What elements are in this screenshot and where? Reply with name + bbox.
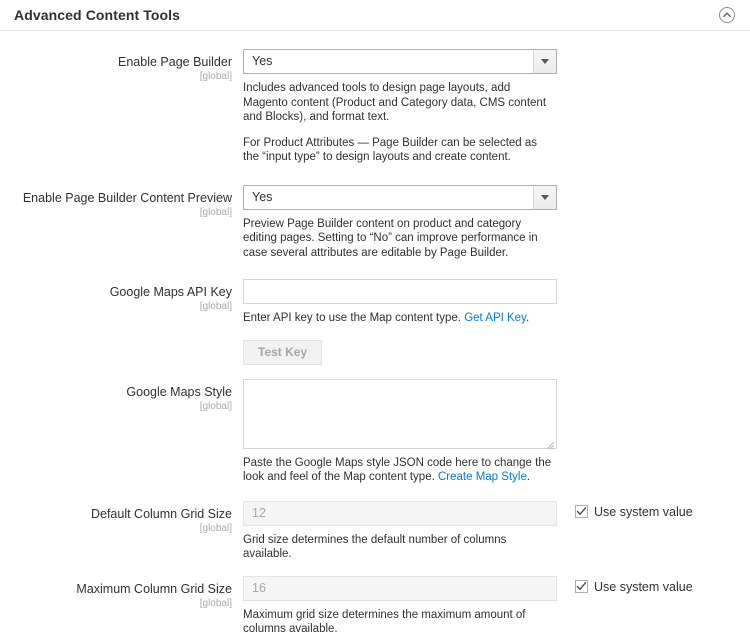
field-row-enable-content-preview: Enable Page Builder Content Preview [glo… (0, 185, 750, 261)
field-note-suffix: . (527, 471, 530, 483)
use-system-value-label: Use system value (594, 580, 693, 594)
use-system-value-maximum-grid[interactable]: Use system value (575, 576, 693, 594)
label-google-maps-api-key: Google Maps API Key [global] (0, 279, 243, 313)
field-note: Paste the Google Maps style JSON code he… (243, 456, 555, 485)
control-google-maps-style: Paste the Google Maps style JSON code he… (243, 379, 750, 485)
field-label-text: Maximum Column Grid Size (0, 582, 232, 597)
field-label-text: Enable Page Builder (0, 55, 232, 70)
field-note: Grid size determines the default number … (243, 533, 555, 562)
field-label-text: Default Column Grid Size (0, 507, 232, 522)
use-system-value-default-grid[interactable]: Use system value (575, 501, 693, 519)
label-default-column-grid-size: Default Column Grid Size [global] (0, 501, 243, 535)
caret-shape (541, 195, 549, 200)
select-enable-page-builder[interactable]: Yes (243, 49, 557, 74)
scope-label: [global] (0, 523, 232, 535)
field-label-text: Google Maps API Key (0, 285, 232, 300)
label-maximum-column-grid-size: Maximum Column Grid Size [global] (0, 576, 243, 610)
create-map-style-link[interactable]: Create Map Style (438, 471, 527, 483)
control-default-column-grid-size: Grid size determines the default number … (243, 501, 750, 562)
control-maximum-column-grid-size: Maximum grid size determines the maximum… (243, 576, 750, 637)
label-google-maps-style: Google Maps Style [global] (0, 379, 243, 413)
checkbox-icon[interactable] (575, 505, 588, 518)
chevron-down-icon[interactable] (533, 186, 556, 209)
field-note-secondary: For Product Attributes — Page Builder ca… (243, 136, 555, 165)
checkbox-icon[interactable] (575, 580, 588, 593)
field-row-enable-page-builder: Enable Page Builder [global] Yes Include… (0, 49, 750, 165)
advanced-content-tools-form: Enable Page Builder [global] Yes Include… (0, 31, 750, 637)
field-row-google-maps-style: Google Maps Style [global] Paste the Goo… (0, 379, 750, 485)
scope-label: [global] (0, 207, 232, 219)
field-row-google-maps-api-key: Google Maps API Key [global] Enter API k… (0, 279, 750, 365)
google-maps-style-textarea[interactable] (243, 379, 557, 449)
label-enable-content-preview: Enable Page Builder Content Preview [glo… (0, 185, 243, 219)
select-value: Yes (244, 50, 533, 73)
maximum-column-grid-size-input[interactable] (243, 576, 557, 601)
default-grid-input-stack: Grid size determines the default number … (243, 501, 557, 562)
label-enable-page-builder: Enable Page Builder [global] (0, 49, 243, 83)
scope-label: [global] (0, 401, 232, 413)
field-note: Maximum grid size determines the maximum… (243, 608, 555, 637)
caret-shape (541, 59, 549, 64)
field-label-text: Enable Page Builder Content Preview (0, 191, 232, 206)
maximum-grid-input-stack: Maximum grid size determines the maximum… (243, 576, 557, 637)
scope-label: [global] (0, 71, 232, 83)
scope-label: [global] (0, 598, 232, 610)
field-note-prefix: Enter API key to use the Map content typ… (243, 312, 464, 324)
field-row-maximum-column-grid-size: Maximum Column Grid Size [global] Maximu… (0, 576, 750, 637)
control-google-maps-api-key: Enter API key to use the Map content typ… (243, 279, 750, 365)
use-system-value-label: Use system value (594, 505, 693, 519)
field-note: Enter API key to use the Map content typ… (243, 311, 555, 326)
chevron-down-icon[interactable] (533, 50, 556, 73)
google-maps-style-wrap (243, 379, 557, 449)
default-column-grid-size-input[interactable] (243, 501, 557, 526)
section-header-advanced-content-tools[interactable]: Advanced Content Tools (0, 0, 750, 31)
select-value: Yes (244, 186, 533, 209)
google-maps-api-key-input[interactable] (243, 279, 557, 304)
control-enable-content-preview: Yes Preview Page Builder content on prod… (243, 185, 750, 261)
field-note: Preview Page Builder content on product … (243, 217, 555, 261)
get-api-key-link[interactable]: Get API Key (464, 312, 526, 324)
field-note-suffix: . (526, 312, 529, 324)
scope-label: [global] (0, 301, 232, 313)
select-enable-content-preview[interactable]: Yes (243, 185, 557, 210)
field-row-default-column-grid-size: Default Column Grid Size [global] Grid s… (0, 501, 750, 562)
field-label-text: Google Maps Style (0, 385, 232, 400)
test-key-button[interactable]: Test Key (243, 340, 322, 365)
field-note: Includes advanced tools to design page l… (243, 81, 555, 125)
page-title: Advanced Content Tools (14, 7, 180, 23)
control-enable-page-builder: Yes Includes advanced tools to design pa… (243, 49, 750, 165)
chevron-up-circle-icon[interactable] (718, 6, 736, 24)
